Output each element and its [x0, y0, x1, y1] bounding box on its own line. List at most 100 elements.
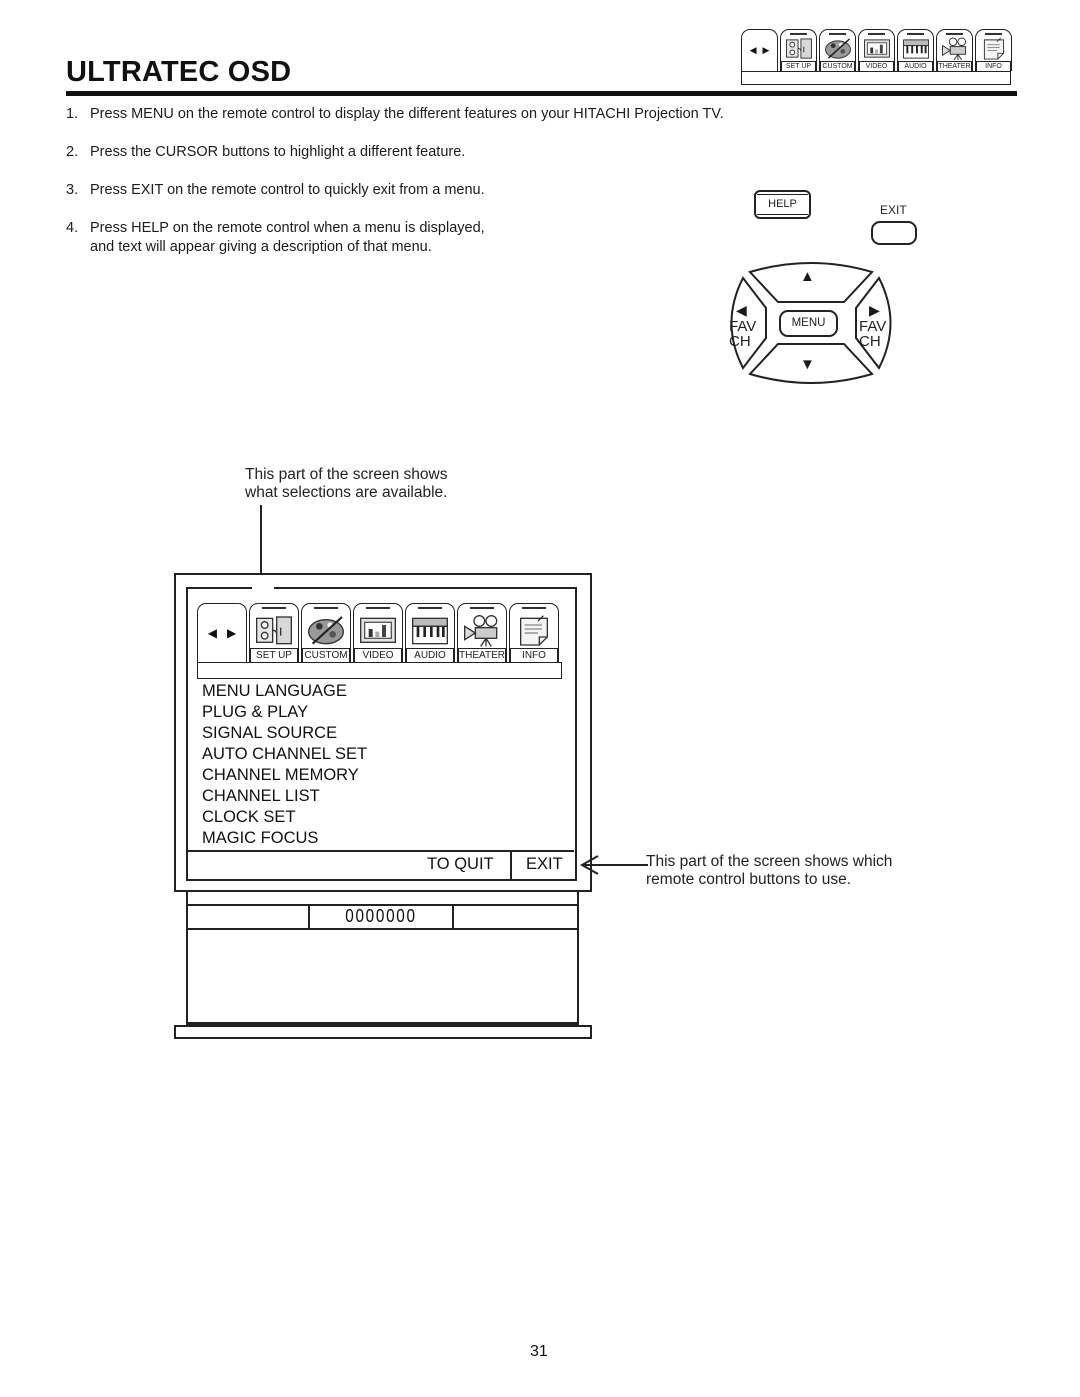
power-outlet-icon [784, 37, 814, 61]
bar-chart-screen-icon [358, 614, 398, 648]
menu-tab-nav[interactable]: ◀ ▶ [741, 29, 778, 71]
fav-label: FAV [859, 318, 887, 335]
page-number: 31 [530, 1343, 548, 1360]
osd-menu-item[interactable]: MAGIC FOCUS [202, 828, 367, 849]
film-projector-icon [940, 37, 970, 61]
osd-menu-item[interactable]: CHANNEL MEMORY [202, 765, 367, 786]
menu-tab-setup[interactable]: SET UP [249, 603, 299, 662]
menu-tab-label: INFO [510, 648, 558, 662]
menu-tab-info[interactable]: INFO [509, 603, 559, 662]
title-rule [66, 91, 1017, 96]
tab-top-bar [789, 33, 808, 35]
instruction-4: 4. Press HELP on the remote control when … [66, 219, 485, 257]
callout-line: what selections are available. [245, 484, 448, 501]
menu-tab-custom[interactable]: CUSTOM [819, 29, 856, 71]
instruction-number: 3. [66, 182, 79, 198]
menu-tab-label: AUDIO [406, 648, 454, 662]
menu-tab-theater[interactable]: THEATER [936, 29, 973, 71]
osd-menu-item[interactable]: SIGNAL SOURCE [202, 723, 367, 744]
keyboard-piano-icon [901, 37, 931, 61]
osd-menu-item[interactable]: AUTO CHANNEL SET [202, 744, 367, 765]
osd-menu-item[interactable]: MENU LANGUAGE [202, 681, 367, 702]
header-tabs: ◀ ▶ SET UP CUSTOM VIDEO AUDIO THEATER INFO [741, 29, 1012, 71]
callout-line: This part of the screen shows [245, 466, 448, 483]
page-title: ULTRATEC OSD [66, 56, 292, 88]
fav-ch-right-label: FAV CH [859, 319, 886, 349]
menu-tab-label: CUSTOM [820, 61, 855, 71]
fav-label: FAV [729, 318, 757, 335]
callout-selections: This part of the screen shows what selec… [245, 466, 447, 502]
menu-tab-setup[interactable]: SET UP [780, 29, 817, 71]
osd-menu-tab-strip: ◀ ▶ SET UP CUSTOM VIDEO AUDIO THEATER INFO [197, 603, 562, 679]
note-page-icon [979, 37, 1009, 61]
help-button[interactable]: HELP [754, 190, 811, 219]
callout-line: This part of the screen shows which [646, 853, 893, 870]
menu-tab-label: THEATER [937, 61, 972, 71]
panel-digit-display: 0000000 [345, 906, 417, 926]
instruction-1: 1. Press MENU on the remote control to di… [66, 105, 724, 124]
right-arrow-icon: ▶ [869, 302, 880, 318]
tab-top-bar [828, 33, 847, 35]
menu-tab-nav[interactable]: ◀ ▶ [197, 603, 247, 662]
left-arrow-icon: ◀ [736, 302, 747, 318]
menu-tab-label: SET UP [250, 648, 298, 662]
exit-button-label: EXIT [880, 203, 907, 217]
bar-chart-screen-icon [862, 37, 892, 61]
menu-tab-label: CUSTOM [302, 648, 350, 662]
osd-exit-label: EXIT [526, 855, 563, 873]
callout-line: remote control buttons to use. [646, 871, 852, 888]
menu-tab-custom[interactable]: CUSTOM [301, 603, 351, 662]
tab-top-bar [867, 33, 886, 35]
tv-base [174, 1025, 592, 1039]
left-arrow-icon: ◀ [749, 45, 757, 55]
note-page-icon [514, 614, 554, 648]
tab-top-bar [984, 33, 1003, 35]
osd-menu-item[interactable]: CHANNEL LIST [202, 786, 367, 807]
ch-label: CH [859, 333, 881, 350]
tab-top-bar [418, 607, 442, 609]
instruction-2: 2. Press the CURSOR buttons to highlight … [66, 143, 465, 162]
instruction-text-continued: and text will appear giving a descriptio… [90, 239, 432, 255]
left-right-arrows-icon: ◀ ▶ [208, 626, 236, 640]
film-projector-icon [462, 614, 502, 648]
menu-tab-label: VIDEO [859, 61, 894, 71]
instruction-3: 3. Press EXIT on the remote control to qu… [66, 181, 485, 200]
osd-menu-item[interactable]: PLUG & PLAY [202, 702, 367, 723]
menu-tab-theater[interactable]: THEATER [457, 603, 507, 662]
menu-button[interactable]: MENU [779, 310, 838, 337]
down-arrow-icon: ▼ [800, 356, 815, 373]
right-arrow-icon: ▶ [762, 45, 770, 55]
instruction-text: Press EXIT on the remote control to quic… [90, 182, 485, 198]
menu-tab-audio[interactable]: AUDIO [897, 29, 934, 71]
right-arrow-icon: ▶ [227, 626, 237, 640]
menu-tab-info[interactable]: INFO [975, 29, 1012, 71]
osd-menu-item[interactable]: CLOCK SET [202, 807, 367, 828]
up-arrow-icon: ▲ [800, 268, 815, 285]
left-arrow-icon: ◀ [207, 626, 217, 640]
osd-menu-list: MENU LANGUAGE PLUG & PLAY SIGNAL SOURCE AUT… [202, 681, 367, 849]
callout-arrow-left [579, 855, 648, 875]
menu-tab-label: INFO [976, 61, 1011, 71]
paint-palette-icon [823, 37, 853, 61]
menu-tab-video[interactable]: VIDEO [353, 603, 403, 662]
to-quit-label: TO QUIT [427, 855, 494, 873]
instruction-number: 4. [66, 220, 79, 236]
tab-top-bar [945, 33, 964, 35]
instruction-text: Press MENU on the remote control to disp… [90, 106, 724, 122]
instruction-number: 1. [66, 106, 79, 122]
tab-top-bar [470, 607, 494, 609]
quit-bar-divider [510, 851, 512, 880]
osd-tabs: ◀ ▶ SET UP CUSTOM VIDEO AUDIO THEATER INFO [197, 603, 559, 662]
left-right-arrows-icon: ◀ ▶ [750, 45, 770, 56]
fav-ch-left-label: FAV CH [729, 319, 756, 349]
instruction-text: Press the CURSOR buttons to highlight a … [90, 144, 466, 160]
menu-tab-label: VIDEO [354, 648, 402, 662]
menu-tab-audio[interactable]: AUDIO [405, 603, 455, 662]
menu-tab-label: SET UP [781, 61, 816, 71]
exit-button[interactable] [871, 221, 917, 245]
panel-divider [308, 905, 310, 929]
keyboard-piano-icon [410, 614, 450, 648]
tab-top-bar [262, 607, 286, 609]
instruction-text: Press HELP on the remote control when a … [90, 220, 485, 236]
menu-tab-video[interactable]: VIDEO [858, 29, 895, 71]
